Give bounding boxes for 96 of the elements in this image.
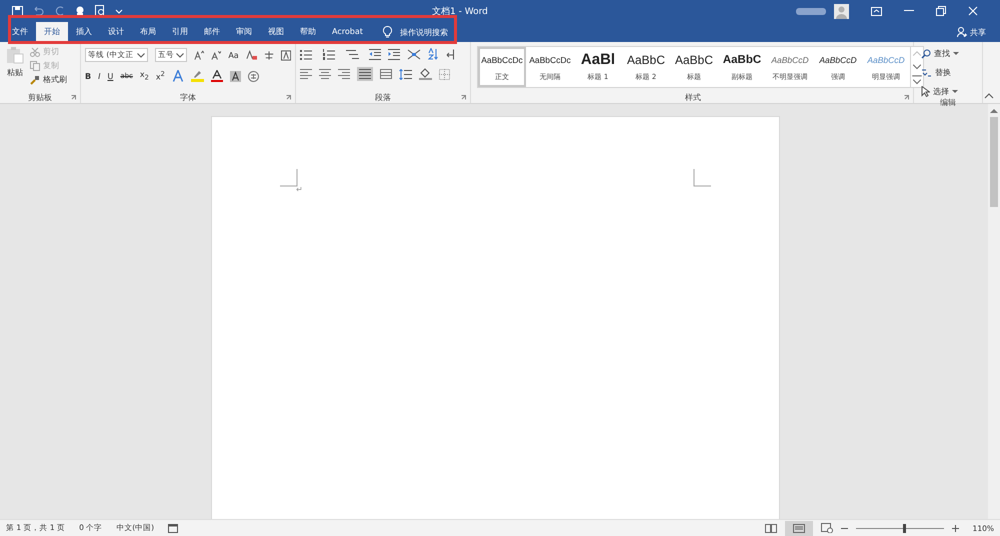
caret-icon (952, 90, 958, 94)
superscript-button[interactable]: x$^{2}$ (156, 70, 165, 82)
multilevel-list-icon[interactable] (346, 48, 362, 60)
select-button[interactable]: 选择 (921, 86, 978, 97)
page-layout-icon (792, 524, 805, 532)
sort-icon[interactable] (428, 48, 439, 60)
caret-icon (953, 52, 959, 56)
ribbon-tab[interactable]: 插入 (68, 22, 100, 42)
pilcrow-icon[interactable] (446, 48, 455, 60)
scroll-up-icon[interactable] (990, 108, 998, 113)
dialog-launcher-icon[interactable] (904, 94, 909, 100)
ribbon-tab[interactable]: 开始 (36, 22, 68, 42)
group-label: 编辑 (940, 97, 956, 108)
ribbon-tab[interactable]: 布局 (132, 22, 164, 42)
read-mode-icon[interactable] (764, 524, 777, 532)
scissors-icon (30, 46, 40, 56)
decrease-indent-icon[interactable] (369, 48, 381, 60)
share-button[interactable]: 共享 (957, 22, 1000, 42)
align-center-icon[interactable] (319, 69, 331, 79)
bold-button[interactable]: B (85, 72, 92, 80)
shrink-font-icon[interactable] (211, 50, 222, 60)
clipboard-icon (6, 46, 24, 64)
save-icon[interactable] (12, 6, 23, 16)
print-layout-button[interactable] (784, 520, 813, 536)
ribbon-tab[interactable]: 设计 (100, 22, 132, 42)
crop-mark (280, 169, 298, 187)
macro-recording-icon[interactable] (168, 524, 178, 532)
text-effects-icon[interactable] (172, 70, 184, 82)
replace-icon (921, 68, 932, 78)
format-painter-button[interactable]: 格式刷 (30, 74, 67, 85)
minimize-icon[interactable] (904, 10, 914, 12)
paintbrush-icon (30, 74, 40, 84)
web-layout-icon[interactable] (820, 523, 833, 533)
justify-icon[interactable] (357, 67, 373, 81)
chevron-down-icon (176, 52, 184, 58)
avatar-icon[interactable] (834, 4, 849, 18)
align-left-icon[interactable] (300, 69, 312, 79)
blurred-account-name (796, 8, 826, 14)
font-color-icon[interactable] (210, 70, 223, 82)
shading-bucket-icon[interactable] (419, 68, 432, 80)
ribbon-tab[interactable]: 文件 (4, 22, 36, 42)
dialog-launcher-icon[interactable] (461, 94, 466, 100)
tell-me-search[interactable]: 操作说明搜索 (378, 22, 452, 42)
ribbon-tab[interactable]: Acrobat (324, 22, 371, 42)
subscript-button[interactable]: x$_{2}$ (140, 70, 149, 82)
increase-indent-icon[interactable] (388, 48, 400, 60)
clear-formatting-icon[interactable] (246, 50, 257, 60)
group-label: 样式 (685, 92, 701, 102)
group-label: 剪贴板 (28, 92, 52, 102)
customize-caret-icon[interactable] (115, 8, 123, 14)
collapse-ribbon-icon[interactable] (984, 93, 994, 99)
ribbon-tab[interactable]: 邮件 (196, 22, 228, 42)
redo-icon[interactable] (55, 6, 65, 16)
line-spacing-icon[interactable] (399, 68, 412, 80)
phonetic-guide-icon[interactable] (264, 50, 274, 60)
group-label: 段落 (375, 92, 391, 102)
more-styles-icon[interactable] (911, 74, 923, 87)
ribbon-tab[interactable]: 引用 (164, 22, 196, 42)
paragraph-mark: ↵ (296, 185, 303, 194)
zoom-in-icon[interactable] (952, 524, 959, 532)
grow-font-icon[interactable] (194, 50, 204, 60)
ribbon-display-icon[interactable] (871, 6, 882, 16)
print-preview-icon[interactable] (95, 5, 106, 17)
align-right-icon[interactable] (338, 69, 350, 79)
restore-icon[interactable] (936, 6, 946, 16)
dialog-launcher-icon[interactable] (71, 94, 76, 100)
paste-button[interactable]: 粘贴 (4, 46, 26, 91)
window-title: 文档1 - Word (432, 6, 489, 18)
copy-icon (30, 60, 40, 70)
borders-icon[interactable] (439, 68, 450, 80)
search-icon (921, 48, 931, 58)
find-button[interactable]: 查找 (921, 48, 978, 59)
ribbon-tab[interactable]: 审阅 (228, 22, 260, 42)
character-border-icon[interactable] (280, 50, 291, 60)
chevron-down-icon (137, 52, 146, 58)
asian-layout-icon[interactable] (407, 48, 421, 60)
close-icon[interactable] (968, 6, 978, 16)
ribbon-tab[interactable]: 帮助 (292, 22, 324, 42)
vertical-scrollbar[interactable] (988, 104, 1000, 519)
scrollbar-thumb[interactable] (990, 117, 998, 207)
ribbon-tab[interactable]: 视图 (260, 22, 292, 42)
group-label: 字体 (180, 92, 196, 102)
italic-button[interactable]: I (98, 72, 100, 80)
distributed-icon[interactable] (380, 69, 392, 79)
highlighter-icon[interactable] (190, 70, 204, 82)
underline-button[interactable]: U (107, 72, 114, 80)
person-icon (957, 27, 967, 37)
character-shading-icon[interactable] (230, 70, 241, 82)
replace-button[interactable]: 替换 (921, 67, 978, 78)
change-case-button[interactable]: Aa (228, 50, 239, 60)
zoom-slider-thumb[interactable] (902, 524, 906, 532)
dialog-launcher-icon[interactable] (286, 94, 291, 100)
crop-mark (693, 169, 711, 187)
lightbulb-icon (382, 26, 392, 38)
undo-icon[interactable] (32, 6, 46, 16)
enclose-character-icon[interactable] (248, 70, 259, 82)
